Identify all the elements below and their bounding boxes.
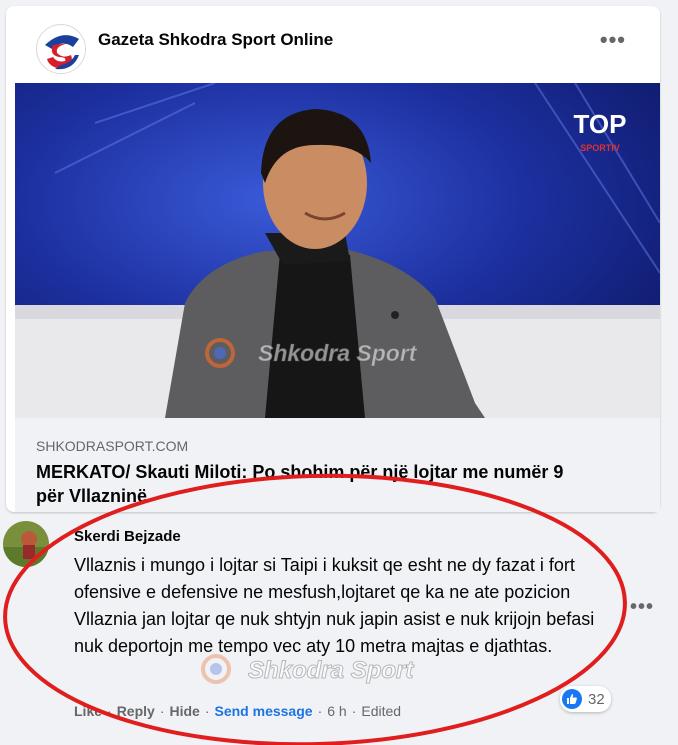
like-button[interactable]: Like bbox=[74, 703, 102, 719]
ellipsis-icon[interactable]: ••• bbox=[600, 29, 626, 51]
tv-studio-photo: TOP SPORTIV Shkodra Sport bbox=[15, 83, 660, 418]
commenter-name[interactable]: Skerdi Bejzade bbox=[74, 528, 181, 545]
link-domain: SHKODRASPORT.COM bbox=[36, 438, 189, 454]
shkodra-sport-logo-icon bbox=[38, 26, 85, 73]
edited-label: Edited bbox=[361, 703, 402, 719]
post-card: Gazeta Shkodra Sport Online ••• TOP SPOR… bbox=[6, 6, 660, 512]
page-name[interactable]: Gazeta Shkodra Sport Online bbox=[98, 30, 333, 50]
avatar-photo bbox=[3, 521, 49, 567]
reaction-count: 32 bbox=[588, 690, 605, 708]
comment-timestamp[interactable]: 6 h bbox=[327, 703, 346, 719]
hide-button[interactable]: Hide bbox=[169, 703, 199, 719]
like-reaction-icon bbox=[562, 689, 582, 709]
post-header: Gazeta Shkodra Sport Online ••• bbox=[36, 22, 644, 74]
page-avatar[interactable] bbox=[36, 24, 86, 74]
comment-options-icon[interactable]: ••• bbox=[630, 596, 654, 619]
reply-button[interactable]: Reply bbox=[117, 703, 155, 719]
comment-actions: Like · Reply · Hide · Send message · 6 h… bbox=[74, 703, 402, 719]
broadcaster-sub: SPORTIV bbox=[580, 143, 620, 153]
broadcaster-logo: TOP bbox=[574, 109, 627, 139]
link-headline[interactable]: MERKATO/ Skauti Miloti: Po shohim për nj… bbox=[36, 460, 596, 508]
link-preview[interactable]: SHKODRASPORT.COM MERKATO/ Skauti Miloti:… bbox=[15, 418, 660, 512]
reaction-summary[interactable]: 32 bbox=[560, 686, 611, 712]
send-message-button[interactable]: Send message bbox=[215, 703, 313, 719]
comment-text: Vllaznis i mungo i lojtar si Taipi i kuk… bbox=[74, 555, 595, 656]
post-image[interactable]: TOP SPORTIV Shkodra Sport bbox=[15, 83, 660, 418]
image-watermark: Shkodra Sport bbox=[258, 340, 418, 366]
comment-bubble: Skerdi Bejzade Vllaznis i mungo i lojtar… bbox=[58, 518, 616, 694]
comment-watermark-text: Shkodra Sport bbox=[248, 657, 414, 684]
commenter-avatar[interactable] bbox=[3, 521, 49, 567]
